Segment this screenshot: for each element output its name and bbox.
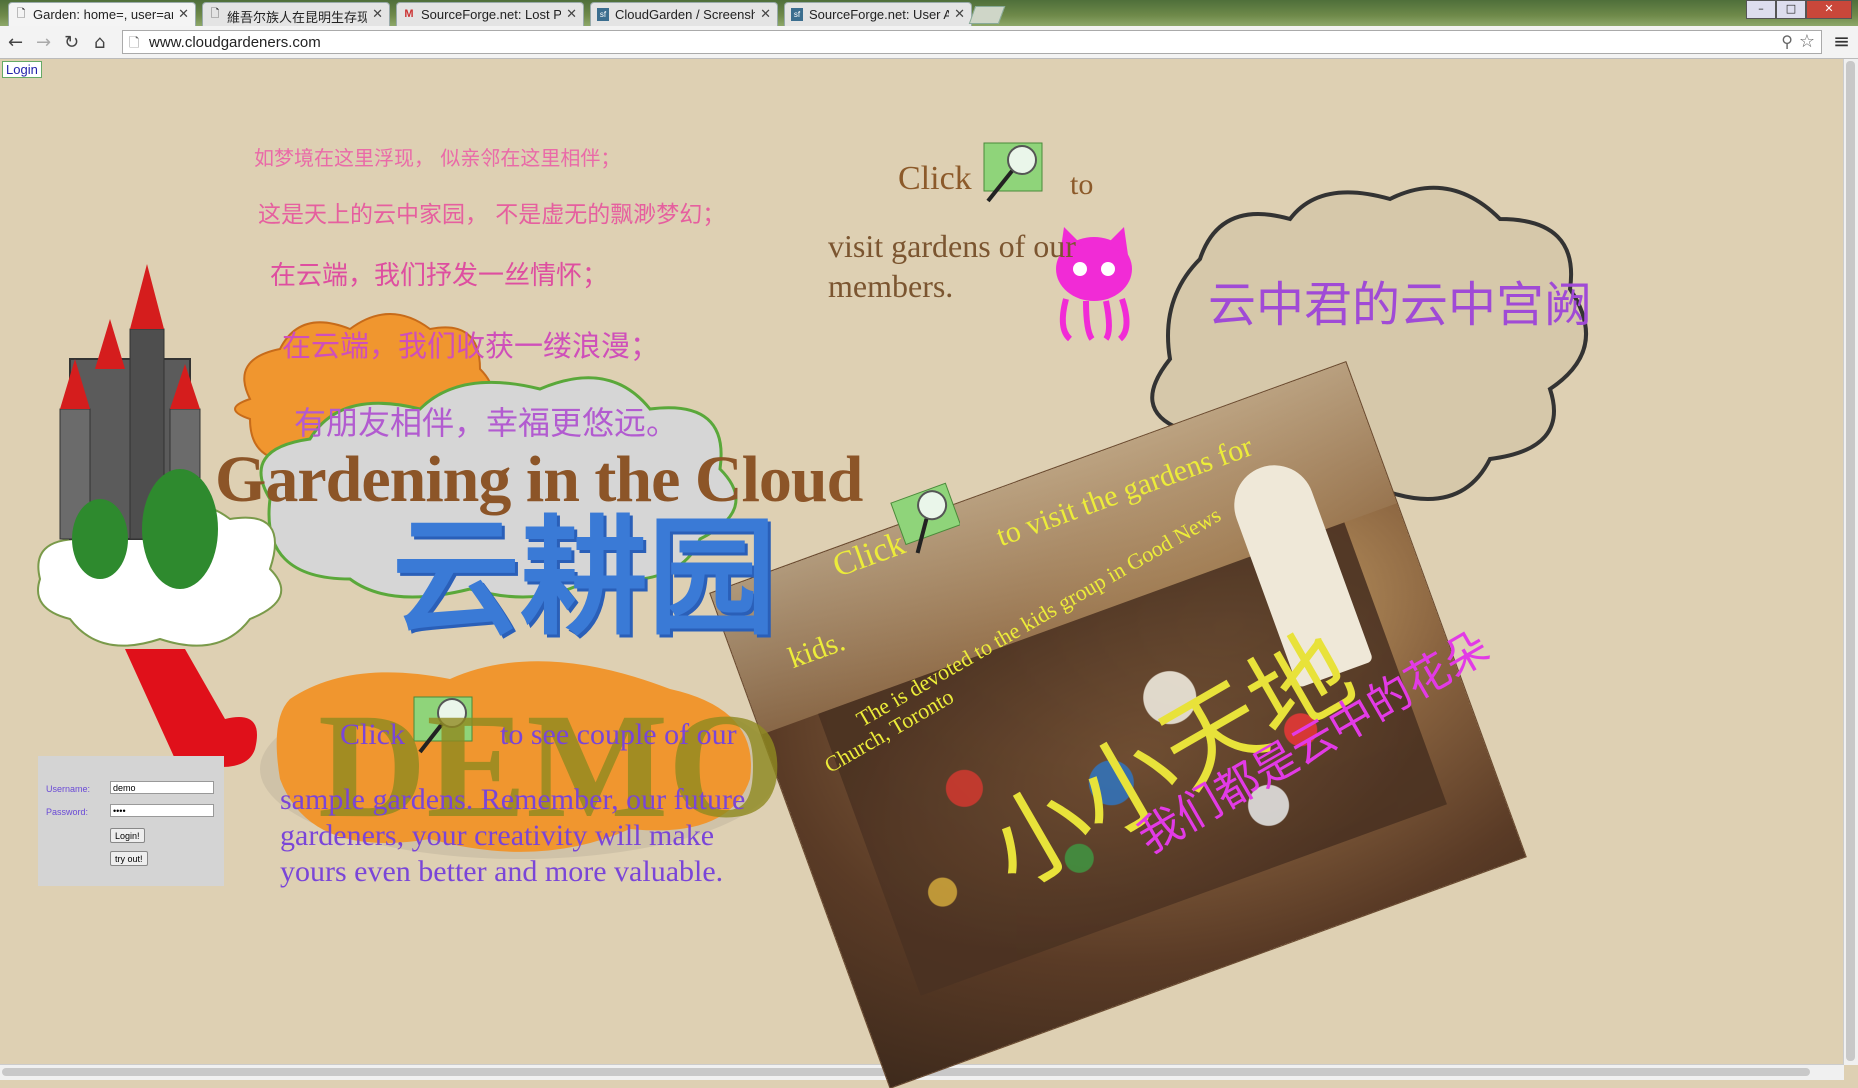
back-arrow-icon[interactable]: ← bbox=[8, 32, 23, 53]
tab-title: Garden: home=, user=anc bbox=[33, 7, 173, 22]
members-to-label: to bbox=[1070, 168, 1094, 201]
close-tab-icon[interactable]: ✕ bbox=[760, 6, 771, 22]
close-tab-icon[interactable]: ✕ bbox=[954, 6, 965, 22]
demo-to-label: to see couple of our bbox=[500, 718, 737, 751]
login-button[interactable]: Login! bbox=[110, 828, 145, 843]
page-icon: 🗋 bbox=[210, 8, 220, 20]
vertical-scrollbar[interactable] bbox=[1843, 59, 1858, 1065]
menu-icon[interactable]: ≡ bbox=[1833, 29, 1850, 53]
sourceforge-icon: sf bbox=[597, 8, 609, 21]
minimize-button[interactable]: – bbox=[1746, 0, 1776, 19]
demo-description: sample gardens. Remember, our future gar… bbox=[280, 783, 746, 888]
tab-title: SourceForge.net: Lost Pas bbox=[421, 7, 561, 22]
close-tab-icon[interactable]: ✕ bbox=[178, 6, 189, 22]
window-controls: – □ ✕ bbox=[1746, 0, 1852, 19]
kids-magnifier-icon[interactable] bbox=[890, 482, 960, 562]
poem-line-2: 这是天上的云中家园， 不是虚无的飘渺梦幻； bbox=[258, 202, 726, 228]
new-tab-button[interactable] bbox=[968, 6, 1006, 24]
close-tab-icon[interactable]: ✕ bbox=[566, 6, 577, 22]
try-out-button[interactable]: try out! bbox=[110, 851, 148, 866]
poem-line-4: 在云端，我们收获一缕浪漫； bbox=[282, 329, 660, 363]
gmail-icon: M bbox=[404, 8, 414, 20]
address-bar[interactable]: 🗋 www.cloudgardeners.com ⚲ ☆ bbox=[122, 30, 1822, 54]
scrollbar-thumb[interactable] bbox=[1846, 61, 1855, 1061]
password-input[interactable] bbox=[110, 804, 214, 817]
url-text[interactable]: www.cloudgardeners.com bbox=[149, 34, 321, 51]
cloud-palace-label[interactable]: 云中君的云中宫阙 bbox=[1208, 265, 1592, 335]
demo-click-label[interactable]: Click bbox=[340, 718, 405, 752]
magnifier-icon bbox=[983, 142, 1043, 203]
tab-title: CloudGarden / Screenshot bbox=[615, 7, 755, 22]
forward-arrow-icon[interactable]: → bbox=[36, 32, 51, 53]
password-label: Password: bbox=[46, 807, 89, 817]
close-tab-icon[interactable]: ✕ bbox=[372, 6, 383, 22]
poem-line-5: 有朋友相伴，幸福更悠远。 bbox=[294, 404, 679, 442]
members-visit-text: visit gardens of our members. bbox=[828, 228, 1076, 304]
site-title-cn: 云耕园 bbox=[392, 504, 777, 653]
tab-cloudgarden-screenshots[interactable]: sf CloudGarden / Screenshot ✕ bbox=[590, 2, 778, 26]
tab-garden-home[interactable]: 🗋 Garden: home=, user=anc ✕ bbox=[8, 2, 196, 26]
tab-sourceforge-lost-password[interactable]: M SourceForge.net: Lost Pas ✕ bbox=[396, 2, 584, 26]
red-ribbon bbox=[125, 649, 257, 767]
tab-title: 維吾尔族人在昆明生存现 bbox=[227, 10, 367, 25]
tab-sourceforge-user-account[interactable]: sf SourceForge.net: User Ac ✕ bbox=[784, 2, 972, 26]
sourceforge-icon: sf bbox=[791, 8, 803, 21]
tab-title: SourceForge.net: User Ac bbox=[809, 7, 949, 22]
reload-icon[interactable]: ↻ bbox=[64, 32, 79, 53]
browser-toolbar: ← → ↻ ⌂ 🗋 www.cloudgardeners.com ⚲ ☆ ≡ bbox=[0, 26, 1858, 59]
close-window-button[interactable]: ✕ bbox=[1806, 0, 1852, 19]
maximize-button[interactable]: □ bbox=[1776, 0, 1806, 19]
members-click-label[interactable]: Click bbox=[898, 160, 972, 198]
poem-line-3: 在云端，我们抒发一丝情怀； bbox=[270, 261, 609, 291]
home-icon[interactable]: ⌂ bbox=[94, 32, 105, 53]
login-form: Username: Password: Login! try out! bbox=[38, 756, 224, 886]
tab-uyghur-article[interactable]: 🗋 維吾尔族人在昆明生存现 ✕ bbox=[202, 2, 390, 26]
username-label: Username: bbox=[46, 784, 91, 794]
bookmark-star-icon[interactable]: ☆ bbox=[1799, 31, 1815, 52]
browser-titlebar: 🗋 Garden: home=, user=anc ✕ 🗋 維吾尔族人在昆明生存… bbox=[0, 0, 1858, 26]
magnifier-icon[interactable]: ⚲ bbox=[1781, 32, 1793, 51]
page-icon: 🗋 bbox=[16, 8, 26, 20]
poem-line-1: 如梦境在这里浮现， 似亲邻在这里相伴； bbox=[254, 146, 621, 170]
username-input[interactable] bbox=[110, 781, 214, 794]
page-icon: 🗋 bbox=[129, 35, 140, 50]
